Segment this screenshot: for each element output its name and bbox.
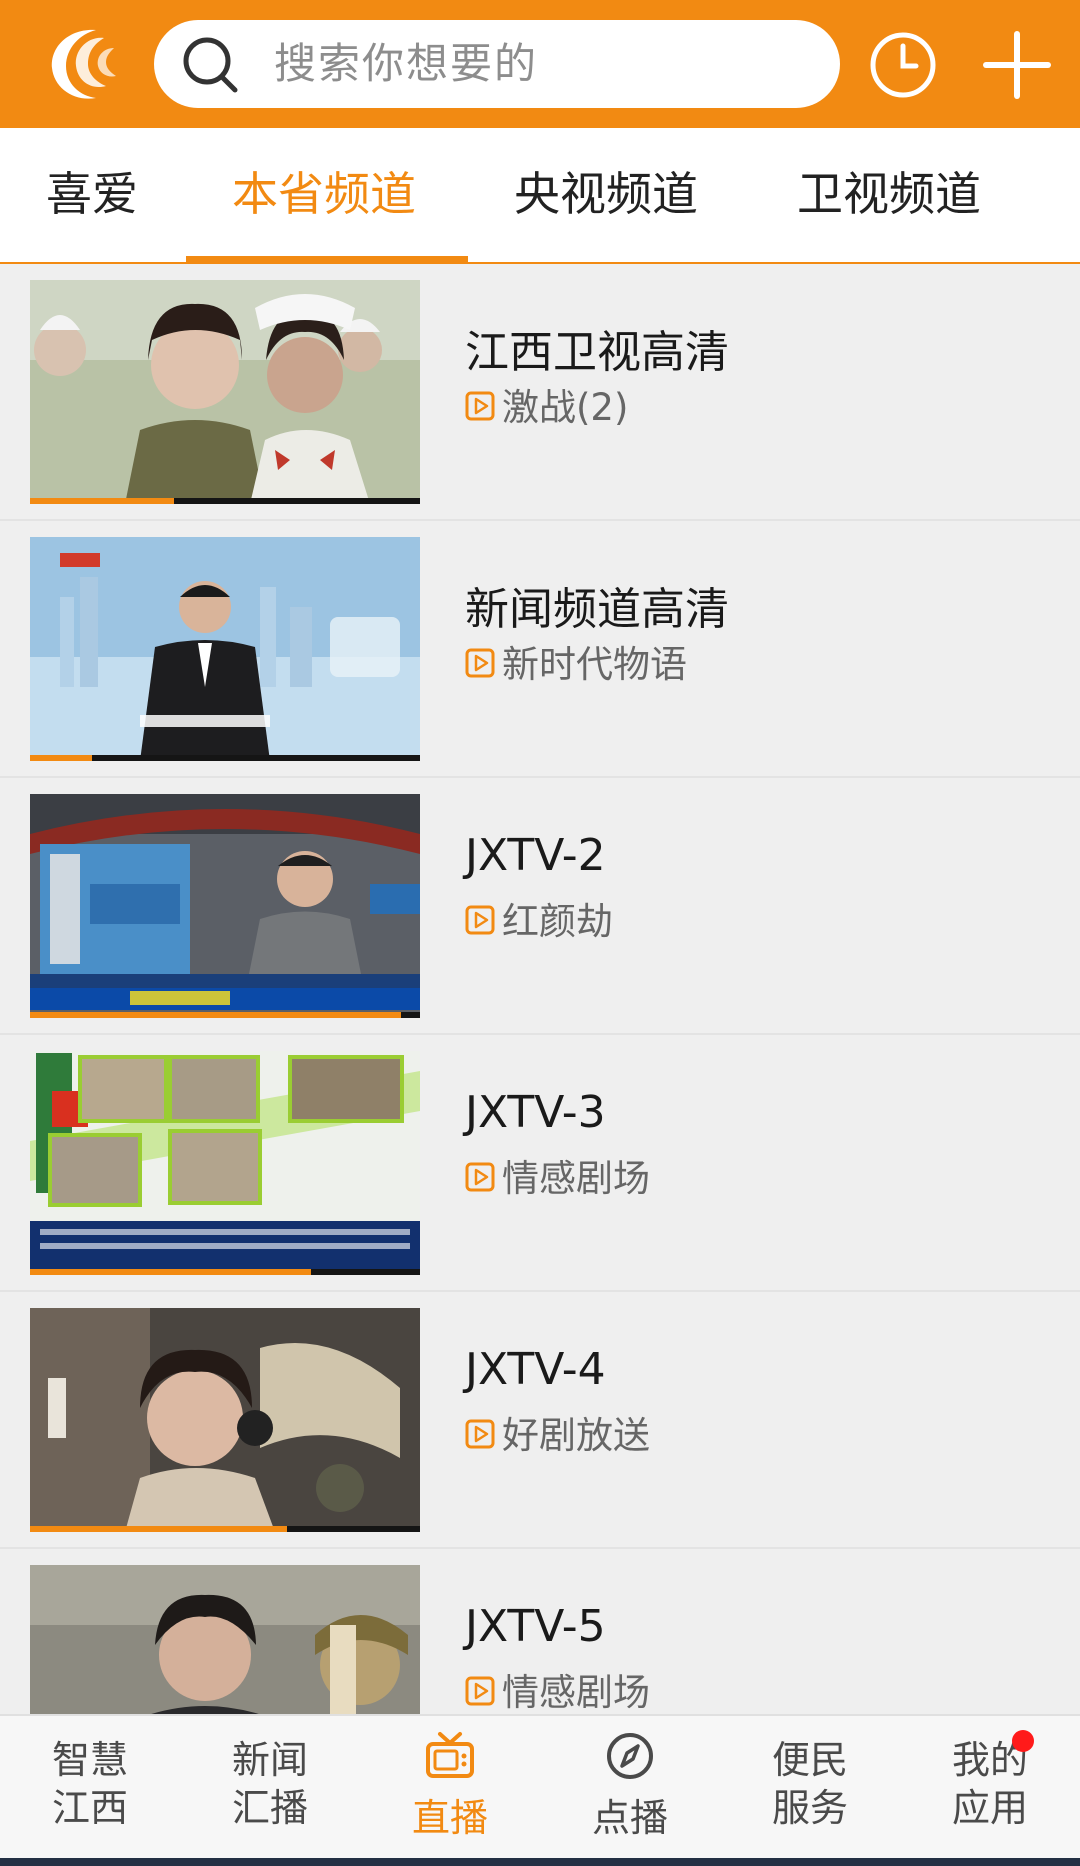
channel-thumbnail[interactable] bbox=[30, 794, 420, 1018]
channel-category-tabs: 喜爱 本省频道 央视频道 卫视频道 bbox=[0, 128, 1080, 264]
playback-progress-bar bbox=[30, 1526, 420, 1532]
nav-live[interactable]: 直播 bbox=[360, 1716, 540, 1856]
search-bar[interactable]: 搜索你想要的 bbox=[154, 20, 840, 108]
playback-progress-fill bbox=[30, 1526, 288, 1532]
playback-progress-bar bbox=[30, 498, 420, 504]
nav-label-line2: 汇播 bbox=[231, 1786, 308, 1830]
tab-local-channels[interactable]: 本省频道 bbox=[232, 128, 416, 262]
play-icon bbox=[465, 1419, 495, 1449]
channel-name: 新闻频道高清 bbox=[465, 584, 729, 635]
history-clock-icon[interactable] bbox=[866, 28, 940, 102]
playback-progress-fill bbox=[30, 498, 175, 504]
channel-name: 江西卫视高清 bbox=[465, 327, 729, 378]
channel-row[interactable]: 新闻频道高清 新时代物语 bbox=[0, 521, 1080, 778]
nav-label-line2: 应用 bbox=[951, 1786, 1028, 1830]
app-logo-icon[interactable] bbox=[44, 24, 128, 104]
top-header: 搜索你想要的 bbox=[0, 0, 1080, 128]
program-name: 情感剧场 bbox=[502, 1157, 650, 1200]
nav-label: 点播 bbox=[591, 1796, 668, 1840]
nav-label-line1: 新闻 bbox=[231, 1738, 308, 1782]
playback-progress-bar bbox=[30, 1012, 420, 1018]
program-name: 激战(2) bbox=[502, 386, 629, 429]
program-name: 情感剧场 bbox=[502, 1671, 650, 1714]
channel-thumbnail[interactable] bbox=[30, 537, 420, 761]
channel-thumbnail[interactable] bbox=[30, 1051, 420, 1275]
plus-icon[interactable] bbox=[980, 28, 1054, 102]
nav-label-line1: 智慧 bbox=[51, 1738, 128, 1782]
bottom-navigation: 智慧 江西 新闻 汇播 直播 点播 便民 服务 我的 应用 bbox=[0, 1714, 1080, 1866]
channel-name: JXTV-5 bbox=[465, 1601, 606, 1652]
playback-progress-fill bbox=[30, 755, 93, 761]
nav-on-demand[interactable]: 点播 bbox=[540, 1716, 720, 1856]
tab-cctv-channels[interactable]: 央视频道 bbox=[514, 128, 698, 262]
channel-row[interactable]: JXTV-2 红颜劫 bbox=[0, 778, 1080, 1035]
tab-satellite-channels[interactable]: 卫视频道 bbox=[797, 128, 981, 262]
search-icon bbox=[183, 37, 238, 93]
playback-progress-bar bbox=[30, 755, 420, 761]
playback-progress-fill bbox=[30, 1269, 311, 1275]
play-icon bbox=[465, 391, 495, 421]
nav-label-line2: 服务 bbox=[771, 1786, 848, 1830]
channel-thumbnail[interactable] bbox=[30, 280, 420, 504]
search-placeholder: 搜索你想要的 bbox=[274, 39, 539, 88]
nav-services[interactable]: 便民 服务 bbox=[720, 1716, 900, 1856]
channel-row[interactable]: JXTV-3 情感剧场 bbox=[0, 1035, 1080, 1292]
compass-icon bbox=[607, 1733, 653, 1779]
tab-favorites[interactable]: 喜爱 bbox=[46, 128, 138, 262]
program-name: 好剧放送 bbox=[502, 1414, 650, 1457]
channel-row[interactable]: 江西卫视高清 激战(2) bbox=[0, 264, 1080, 521]
nav-label: 直播 bbox=[411, 1796, 488, 1840]
notification-badge bbox=[1012, 1730, 1034, 1752]
program-name: 红颜劫 bbox=[502, 900, 613, 943]
play-icon bbox=[465, 905, 495, 935]
play-icon bbox=[465, 1162, 495, 1192]
channel-row[interactable]: JXTV-4 好剧放送 bbox=[0, 1292, 1080, 1549]
active-tab-indicator bbox=[186, 256, 468, 262]
playback-progress-fill bbox=[30, 1012, 401, 1018]
channel-thumbnail[interactable] bbox=[30, 1565, 420, 1714]
channel-thumbnail[interactable] bbox=[30, 1308, 420, 1532]
playback-progress-bar bbox=[30, 1269, 420, 1275]
nav-label-line2: 江西 bbox=[51, 1786, 128, 1830]
nav-news[interactable]: 新闻 汇播 bbox=[180, 1716, 360, 1856]
tv-icon bbox=[426, 1732, 474, 1778]
nav-my-apps[interactable]: 我的 应用 bbox=[900, 1716, 1080, 1856]
nav-label-line1: 我的 bbox=[951, 1738, 1028, 1782]
nav-label-line1: 便民 bbox=[771, 1738, 848, 1782]
channel-row[interactable]: JXTV-5 情感剧场 bbox=[0, 1549, 1080, 1714]
channel-name: JXTV-4 bbox=[465, 1344, 606, 1395]
app-root: 搜索你想要的 喜爱 本省频道 央视频道 卫视频道 江西卫视高清 激战(2) 新闻… bbox=[0, 0, 1080, 1866]
channel-list[interactable]: 江西卫视高清 激战(2) 新闻频道高清 新时代物语 JXTV-2 红颜劫 JXT… bbox=[0, 264, 1080, 1714]
play-icon bbox=[465, 648, 495, 678]
play-icon bbox=[465, 1676, 495, 1706]
nav-smart-jiangxi[interactable]: 智慧 江西 bbox=[0, 1716, 180, 1856]
channel-name: JXTV-3 bbox=[465, 1087, 606, 1138]
program-name: 新时代物语 bbox=[502, 643, 687, 686]
channel-name: JXTV-2 bbox=[465, 830, 606, 881]
system-nav-strip bbox=[0, 1858, 1080, 1866]
